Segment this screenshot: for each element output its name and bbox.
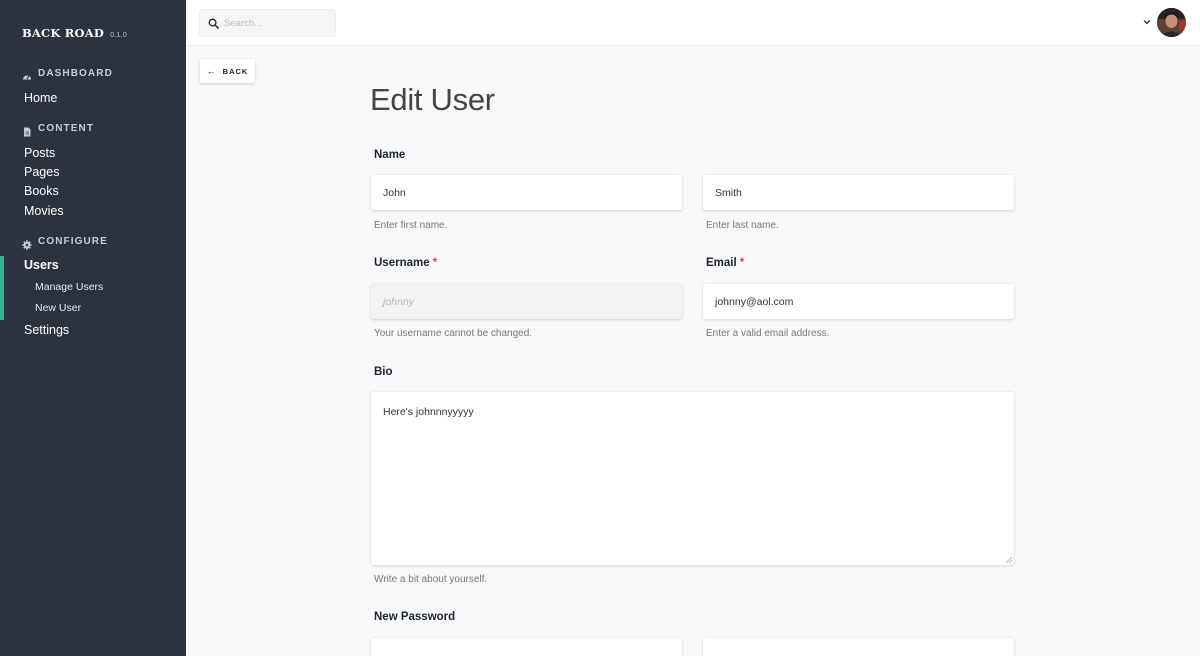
username-label-text: Username xyxy=(374,257,430,269)
username-field: johnny xyxy=(371,284,682,319)
section-content: CONTENT xyxy=(22,123,95,136)
sidebar-item-home[interactable]: Home xyxy=(24,91,57,105)
document-icon xyxy=(22,124,32,136)
email-help: Enter a valid email address. xyxy=(706,328,830,339)
bio-label: Bio xyxy=(374,366,393,378)
new-password-label: New Password xyxy=(374,611,456,623)
last-name-field[interactable]: Smith xyxy=(703,175,1014,210)
required-mark: * xyxy=(739,257,745,269)
sidebar-item-books[interactable]: Books xyxy=(24,184,59,198)
sidebar-subitem-new-user[interactable]: New User xyxy=(35,302,81,314)
back-button-label: BACK xyxy=(222,66,249,76)
section-label: CONFIGURE xyxy=(38,236,108,247)
topbar xyxy=(186,0,1200,46)
sidebar-item-pages[interactable]: Pages xyxy=(24,165,59,179)
required-mark: * xyxy=(432,257,438,269)
search-input[interactable] xyxy=(224,17,324,29)
back-button[interactable]: ← BACK xyxy=(200,59,255,83)
chevron-down-icon[interactable] xyxy=(1142,17,1152,27)
search-box[interactable] xyxy=(199,9,336,37)
section-dashboard: DASHBOARD xyxy=(22,68,113,79)
email-label: Email * xyxy=(706,257,744,269)
bio-help: Write a bit about yourself. xyxy=(374,574,488,585)
brand-version: 0.1.0 xyxy=(110,30,127,39)
brand[interactable]: BACK ROAD 0.1.0 xyxy=(22,26,127,40)
last-name-help: Enter last name. xyxy=(706,220,779,231)
arrow-left-icon: ← xyxy=(206,66,217,76)
section-label: CONTENT xyxy=(38,123,95,134)
section-label: DASHBOARD xyxy=(38,68,113,79)
bio-textarea[interactable]: Here's johnnnyyyyy xyxy=(371,392,1014,565)
first-name-field[interactable]: John xyxy=(371,175,682,210)
new-password-field[interactable] xyxy=(371,638,682,656)
gear-icon xyxy=(22,237,32,250)
section-configure: CONFIGURE xyxy=(22,236,108,250)
sidebar-item-movies[interactable]: Movies xyxy=(24,204,64,218)
email-field[interactable]: johnny@aol.com xyxy=(703,284,1014,319)
name-label: Name xyxy=(374,149,406,161)
confirm-password-field[interactable] xyxy=(703,638,1014,656)
bio-text: Here's johnnnyyyyy xyxy=(383,406,474,418)
first-name-help: Enter first name. xyxy=(374,220,448,231)
gauge-icon xyxy=(22,69,32,79)
sidebar-item-users[interactable]: Users xyxy=(24,258,59,272)
active-indicator xyxy=(0,256,4,320)
avatar[interactable] xyxy=(1157,8,1186,37)
username-label: Username * xyxy=(374,257,437,269)
username-help: Your username cannot be changed. xyxy=(374,328,533,339)
search-icon xyxy=(208,18,219,29)
sidebar-item-posts[interactable]: Posts xyxy=(24,146,55,160)
sidebar-item-settings[interactable]: Settings xyxy=(24,323,69,337)
page-title: Edit User xyxy=(370,82,495,117)
brand-name: BACK ROAD xyxy=(22,26,105,40)
resize-handle-icon[interactable] xyxy=(1006,557,1012,563)
sidebar: BACK ROAD 0.1.0 DASHBOARD Home CONTENT P… xyxy=(0,0,186,656)
email-label-text: Email xyxy=(706,257,737,269)
sidebar-subitem-manage-users[interactable]: Manage Users xyxy=(35,281,103,293)
